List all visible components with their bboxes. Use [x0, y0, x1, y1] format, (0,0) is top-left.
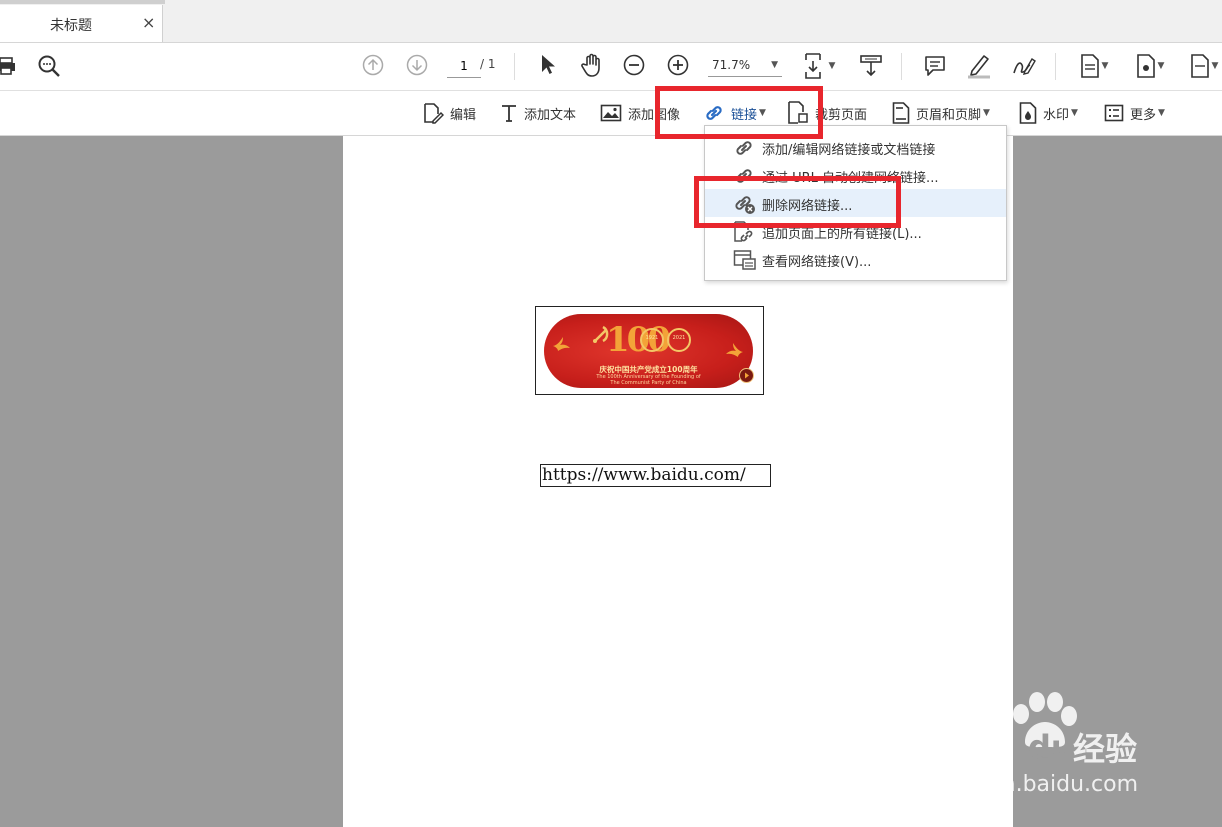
menu-item-label: 通过 URL 自动创建网络链接... [762, 171, 939, 186]
menu-item-create-from-url[interactable]: 通过 URL 自动创建网络链接... [705, 161, 1006, 189]
header-footer-icon [892, 102, 910, 124]
close-tab-button[interactable]: × [142, 13, 155, 32]
file-options-icon[interactable]: ▼ [1186, 52, 1222, 80]
menu-item-label: 添加/编辑网络链接或文档链接 [762, 143, 936, 158]
chain-link-icon [736, 169, 752, 183]
play-icon [739, 368, 754, 383]
toolbar-divider [514, 53, 515, 80]
chevron-down-icon: ▼ [983, 108, 990, 118]
crop-icon [788, 101, 808, 124]
more-icon [1104, 104, 1124, 122]
image-icon [600, 104, 622, 122]
add-image-label: 添加图像 [628, 107, 681, 123]
zoom-level-select[interactable]: 71.7% ▼ [708, 53, 782, 77]
watermark-brand-cn: 经验 [1073, 730, 1138, 768]
menu-item-label: 追加页面上的所有链接(L)... [762, 227, 922, 242]
menu-item-add-edit-link[interactable]: 添加/编辑网络链接或文档链接 [705, 133, 1006, 161]
edit-label: 编辑 [450, 107, 477, 123]
chevron-down-icon: ▼ [771, 59, 778, 70]
menu-item-remove-links[interactable]: 删除网络链接... [705, 189, 1006, 217]
edit-icon [424, 103, 444, 124]
watermark-brand-du: du [1028, 728, 1074, 766]
zoom-in-icon[interactable] [666, 53, 690, 77]
link-dropdown-menu: 添加/编辑网络链接或文档链接 通过 URL 自动创建网络链接... 删除网络链接… [704, 125, 1007, 281]
chevron-down-icon: ▼ [828, 61, 836, 71]
main-toolbar: / 1 71.7% ▼ ▼ ▼ ▼ ▼ [0, 43, 1222, 91]
add-text-label: 添加文本 [524, 107, 577, 123]
document-tab[interactable]: 未标题 × [0, 5, 163, 42]
scroll-mode-icon[interactable] [857, 51, 885, 81]
link-label: 链接 [731, 107, 758, 123]
page-number-input[interactable] [447, 55, 481, 78]
watermark-icon [1019, 102, 1037, 124]
window-top-strip [0, 0, 165, 4]
menu-item-append-page-links[interactable]: 追加页面上的所有链接(L)... [705, 217, 1006, 245]
chevron-down-icon: ▼ [1101, 61, 1109, 71]
chain-link-icon [736, 141, 752, 155]
add-image-button[interactable]: 添加图像 [600, 91, 680, 135]
save-file-icon[interactable]: ▼ [1074, 52, 1114, 80]
sign-pen-icon[interactable] [1009, 52, 1037, 80]
toolbar-divider [1055, 53, 1056, 80]
dove-icon [553, 337, 570, 351]
banner-year-left: 1921 [645, 335, 659, 341]
add-text-button[interactable]: 添加文本 [500, 91, 576, 135]
chevron-down-icon: ▼ [1211, 61, 1219, 71]
url-link-text[interactable]: https://www.baidu.com/ [540, 464, 771, 487]
chevron-down-icon: ▼ [1071, 108, 1078, 118]
image-frame[interactable]: 100 1921 2021 庆祝中国共产党成立100周年 The 100th A… [535, 306, 764, 395]
export-file-icon[interactable]: ▼ [1130, 52, 1170, 80]
baidu-jingyan-watermark: Bai du 经验 jingyan.baidu.com [935, 690, 1175, 810]
previous-page-icon[interactable] [361, 53, 385, 77]
select-arrow-icon[interactable] [536, 53, 558, 77]
hand-tool-icon[interactable] [578, 51, 606, 79]
chevron-down-icon: ▼ [1158, 108, 1165, 118]
page-total: / 1 [480, 57, 496, 71]
next-page-icon[interactable] [405, 53, 429, 77]
watermark-button[interactable]: 水印 ▼ [1019, 91, 1078, 135]
comment-icon[interactable] [922, 53, 948, 79]
header-footer-label: 页眉和页脚 [916, 107, 982, 123]
link-icon [706, 106, 722, 120]
edit-button[interactable]: 编辑 [422, 91, 476, 135]
chevron-down-icon: ▼ [1157, 61, 1165, 71]
tab-bar: 未标题 × [0, 0, 1222, 43]
text-tool-icon [502, 105, 516, 122]
fit-page-icon[interactable]: ▼ [800, 51, 838, 81]
highlight-pen-icon[interactable] [965, 52, 993, 80]
search-icon[interactable] [36, 53, 62, 79]
anniversary-banner-image: 100 1921 2021 庆祝中国共产党成立100周年 The 100th A… [544, 314, 753, 388]
remove-link-icon [735, 196, 755, 214]
banner-title-en-line2: The Communist Party of China [610, 380, 687, 386]
watermark-site: jingyan.baidu.com [935, 772, 1139, 797]
dove-icon [726, 343, 743, 357]
toolbar-divider [901, 53, 902, 80]
menu-item-view-web-links[interactable]: 查看网络链接(V)... [705, 245, 1006, 273]
print-icon[interactable] [0, 55, 16, 77]
edit-toolbar: 编辑 添加文本 添加图像 链接 ▼ 裁剪页面 页眉和页脚 ▼ 水印 ▼ 更多 ▼ [0, 91, 1222, 136]
append-links-icon [734, 221, 753, 242]
menu-item-label: 查看网络链接(V)... [762, 255, 872, 270]
banner-year-right: 2021 [672, 335, 686, 341]
zoom-out-icon[interactable] [622, 53, 646, 77]
crop-pages-label: 裁剪页面 [815, 107, 868, 123]
menu-item-label: 删除网络链接... [762, 199, 853, 214]
chevron-down-icon: ▼ [759, 108, 766, 118]
tab-title: 未标题 [50, 18, 92, 34]
watermark-brand-bai: Bai [935, 720, 1004, 766]
more-label: 更多 [1130, 107, 1157, 123]
zoom-value: 71.7% [712, 57, 751, 72]
watermark-label: 水印 [1043, 107, 1070, 123]
more-button[interactable]: 更多 ▼ [1104, 91, 1165, 135]
view-links-icon [733, 250, 756, 270]
